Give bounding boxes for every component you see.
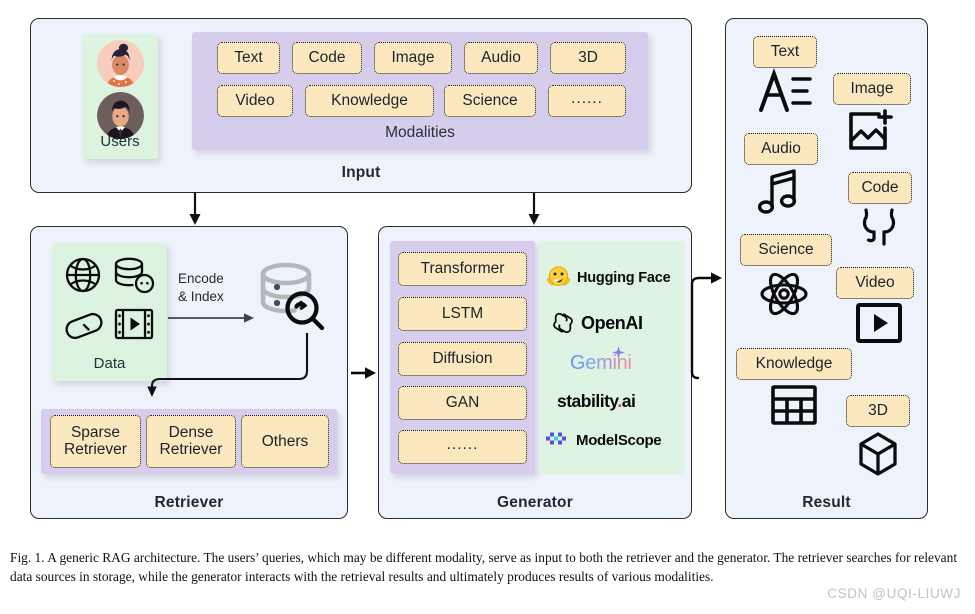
dense-retriever-line1: Dense (168, 424, 214, 442)
users-label: Users (100, 133, 140, 150)
result-tag-image[interactable]: Image (833, 73, 911, 105)
arrow-retriever-to-generator (351, 367, 376, 379)
sparse-retriever-line1: Sparse (70, 424, 121, 442)
arrow-generator-to-result (690, 272, 722, 380)
hugging-face-icon (546, 265, 571, 290)
sparse-retriever-line2: Retriever (64, 440, 127, 458)
result-panel-title: Result (802, 494, 851, 511)
text-format-icon (757, 68, 813, 114)
brand-stability-ai-label: stability.ai (557, 391, 636, 412)
user-avatar-male (97, 92, 144, 139)
figure-canvas: Input Users Text Code Image Audio 3D Vid… (0, 0, 975, 614)
input-panel-title: Input (341, 164, 381, 181)
image-add-icon (845, 108, 897, 154)
encode-index-label-line1: Encode (178, 271, 224, 286)
cube-icon (855, 430, 901, 478)
openai-icon (551, 311, 575, 335)
arrow-input-to-generator (528, 193, 540, 225)
result-tag-3d[interactable]: 3D (846, 395, 910, 427)
dense-retriever-line2: Retriever (159, 440, 223, 458)
database-icon (113, 256, 155, 296)
capsule-icon (63, 308, 105, 342)
video-play-icon (855, 302, 903, 344)
model-tag-diffusion[interactable]: Diffusion (398, 342, 527, 376)
model-tag-gan[interactable]: GAN (398, 386, 527, 420)
user-avatar-female (97, 40, 144, 87)
brand-hugging-face: Hugging Face (546, 265, 671, 290)
brand-openai: OpenAI (551, 311, 643, 335)
model-tag-more[interactable]: ...... (398, 430, 527, 464)
stability-ai-text: stability.ai (557, 391, 636, 411)
arrow-encode-index (168, 313, 254, 323)
encode-index-label-line2: & Index (178, 289, 224, 304)
sparse-retriever-tag[interactable]: Sparse Retriever (50, 415, 141, 468)
model-tag-transformer[interactable]: Transformer (398, 252, 527, 286)
table-grid-icon (770, 384, 818, 426)
modality-tag-video[interactable]: Video (217, 85, 293, 117)
brand-hugging-face-label: Hugging Face (577, 269, 671, 286)
globe-icon (63, 255, 103, 295)
figure-caption: Fig. 1. A generic RAG architecture. The … (10, 550, 958, 585)
atom-icon (758, 270, 810, 318)
gemini-sparkle-icon (612, 346, 625, 359)
brand-stability-ai: stability.ai (557, 391, 636, 412)
others-retriever-tag[interactable]: Others (241, 415, 329, 468)
result-tag-audio[interactable]: Audio (744, 133, 818, 165)
brand-modelscope: ModelScope (546, 430, 662, 450)
modality-tag-text[interactable]: Text (217, 42, 280, 74)
modality-tag-code[interactable]: Code (292, 42, 362, 74)
modality-tag-science[interactable]: Science (444, 85, 536, 117)
result-tag-code[interactable]: Code (848, 172, 912, 204)
arrow-input-to-retriever (189, 193, 201, 225)
brand-openai-label: OpenAI (581, 312, 643, 333)
modelscope-icon (546, 430, 570, 450)
result-tag-video[interactable]: Video (836, 267, 914, 299)
brand-gemini: Gemini (570, 346, 632, 375)
modality-tag-image[interactable]: Image (374, 42, 452, 74)
modality-tag-audio[interactable]: Audio (464, 42, 538, 74)
dense-retriever-tag[interactable]: Dense Retriever (146, 415, 236, 468)
generator-panel-title: Generator (497, 494, 573, 511)
result-tag-text[interactable]: Text (753, 36, 817, 68)
model-tag-lstm[interactable]: LSTM (398, 297, 527, 331)
result-tag-knowledge[interactable]: Knowledge (736, 348, 852, 380)
retriever-panel-title: Retriever (154, 494, 224, 511)
music-note-icon (757, 168, 804, 216)
csdn-watermark: CSDN @UQI-LIUWJ (827, 586, 961, 601)
modality-tag-knowledge[interactable]: Knowledge (305, 85, 434, 117)
modality-tag-3d[interactable]: 3D (550, 42, 626, 74)
database-search-icon (256, 262, 330, 334)
arrow-storage-to-retrievers (147, 333, 309, 397)
github-icon (858, 206, 900, 248)
result-tag-science[interactable]: Science (740, 234, 832, 266)
modalities-label: Modalities (385, 124, 455, 141)
modality-tag-more[interactable]: ...... (548, 85, 626, 117)
brand-modelscope-label: ModelScope (576, 431, 662, 449)
